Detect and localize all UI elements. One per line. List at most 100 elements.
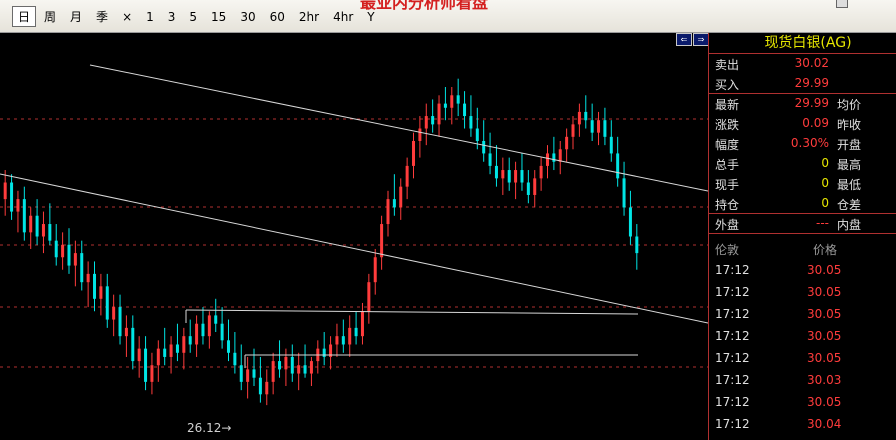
candle-body [558,149,562,162]
candle [258,356,262,403]
candle-body [494,165,498,179]
candle [482,120,486,162]
window-restore-icon[interactable] [836,0,848,8]
instrument-title: 现货白银(AG) [764,35,852,51]
candle [456,78,460,117]
support-line-upper[interactable] [185,309,639,315]
period-tab[interactable]: 月 [64,6,88,27]
period-tab[interactable]: 5 [183,6,203,27]
candle [348,315,352,357]
candle-body [61,244,65,258]
candle [360,302,364,345]
period-tab[interactable]: 1 [140,6,160,27]
candle-body [265,381,269,395]
candle-body [252,369,256,378]
tick-row[interactable]: 17:12 30.05 [709,325,896,347]
tick-row[interactable]: 17:12 30.05 [709,281,896,303]
candle [226,319,230,362]
candle-body [112,307,116,320]
period-tab[interactable]: 季 [90,6,114,27]
candle [545,145,549,179]
candle-body [188,336,192,345]
candle-body [93,273,97,299]
period-tab[interactable]: 4hr [327,6,359,27]
candle-body [635,236,639,254]
ticks-header-market: 伦敦 [715,243,740,257]
candle-body [156,348,160,366]
channel-upper-line[interactable] [89,64,708,192]
period-tab[interactable]: 2hr [293,6,325,27]
candle-body [35,215,39,237]
candle-body [616,153,620,179]
period-tab[interactable]: 周 [38,6,62,27]
candle-body [207,315,211,337]
candle [469,95,473,137]
tick-row[interactable]: 17:12 30.03 [709,369,896,391]
tick-time: 17:12 [715,329,750,343]
quote-label: 涨跌 [715,118,740,132]
period-tab[interactable]: 3 [162,6,182,27]
candle-body [322,348,326,357]
candle [507,157,511,191]
quote-value: 29.99 [794,76,829,90]
tick-row[interactable]: 17:12 30.05 [709,303,896,325]
candle-body [226,340,230,353]
chart-canvas[interactable] [0,33,708,440]
ticks-header-price: 价格 [813,243,838,257]
candle-body [533,178,537,195]
tick-row[interactable]: 17:12 30.05 [709,347,896,369]
tick-time: 17:12 [715,307,750,321]
candle [93,261,97,312]
candle [271,352,275,395]
quote-value: 30.02 [794,56,829,70]
candle-body [514,170,518,183]
candle [341,319,345,353]
candle [609,120,613,162]
tick-time: 17:12 [715,351,750,365]
period-tab[interactable]: 60 [264,6,291,27]
candle [10,174,14,220]
period-tab[interactable]: 日 [12,6,37,27]
candle [367,273,371,324]
candle [195,315,199,357]
candlestick-chart[interactable]: ⇐ ⇒ 26.12→ [0,33,709,440]
tick-row[interactable]: 17:12 30.05 [709,259,896,281]
scroll-left-button[interactable]: ⇐ [676,33,692,46]
tick-time: 17:12 [715,395,750,409]
candle-body [431,116,435,125]
candle [188,319,192,353]
quote-label: 卖出 [715,58,740,72]
candle [603,107,607,146]
tick-time: 17:12 [715,285,750,299]
candle [539,157,543,191]
candle [284,348,288,387]
candle-body [3,182,7,200]
tick-row[interactable]: 17:12 30.05 [709,391,896,413]
candle-body [233,352,237,366]
candle [552,136,556,171]
quote-label-secondary: 最高 [837,158,862,172]
candle-body [622,178,626,208]
candle [99,273,103,316]
candle [386,190,390,237]
candle-body [195,323,199,345]
period-tab[interactable]: 15 [205,6,232,27]
quote-value: 0 [821,156,829,170]
candle [105,273,109,328]
quote-label-secondary: 均价 [837,98,862,112]
tick-row[interactable]: 17:12 30.04 [709,413,896,435]
candle-body [137,348,141,362]
candle-body [271,361,275,382]
period-tab[interactable]: × [116,6,138,27]
candle-body [424,116,428,129]
quote-value: --- [816,216,829,230]
candle [526,170,530,204]
candle [412,132,416,179]
candle [144,336,148,391]
candle [163,327,167,366]
candle-body [67,244,71,266]
period-tab[interactable]: 30 [234,6,261,27]
candle-body [86,273,90,283]
candle-body [380,224,384,258]
scroll-right-button[interactable]: ⇒ [693,33,709,46]
